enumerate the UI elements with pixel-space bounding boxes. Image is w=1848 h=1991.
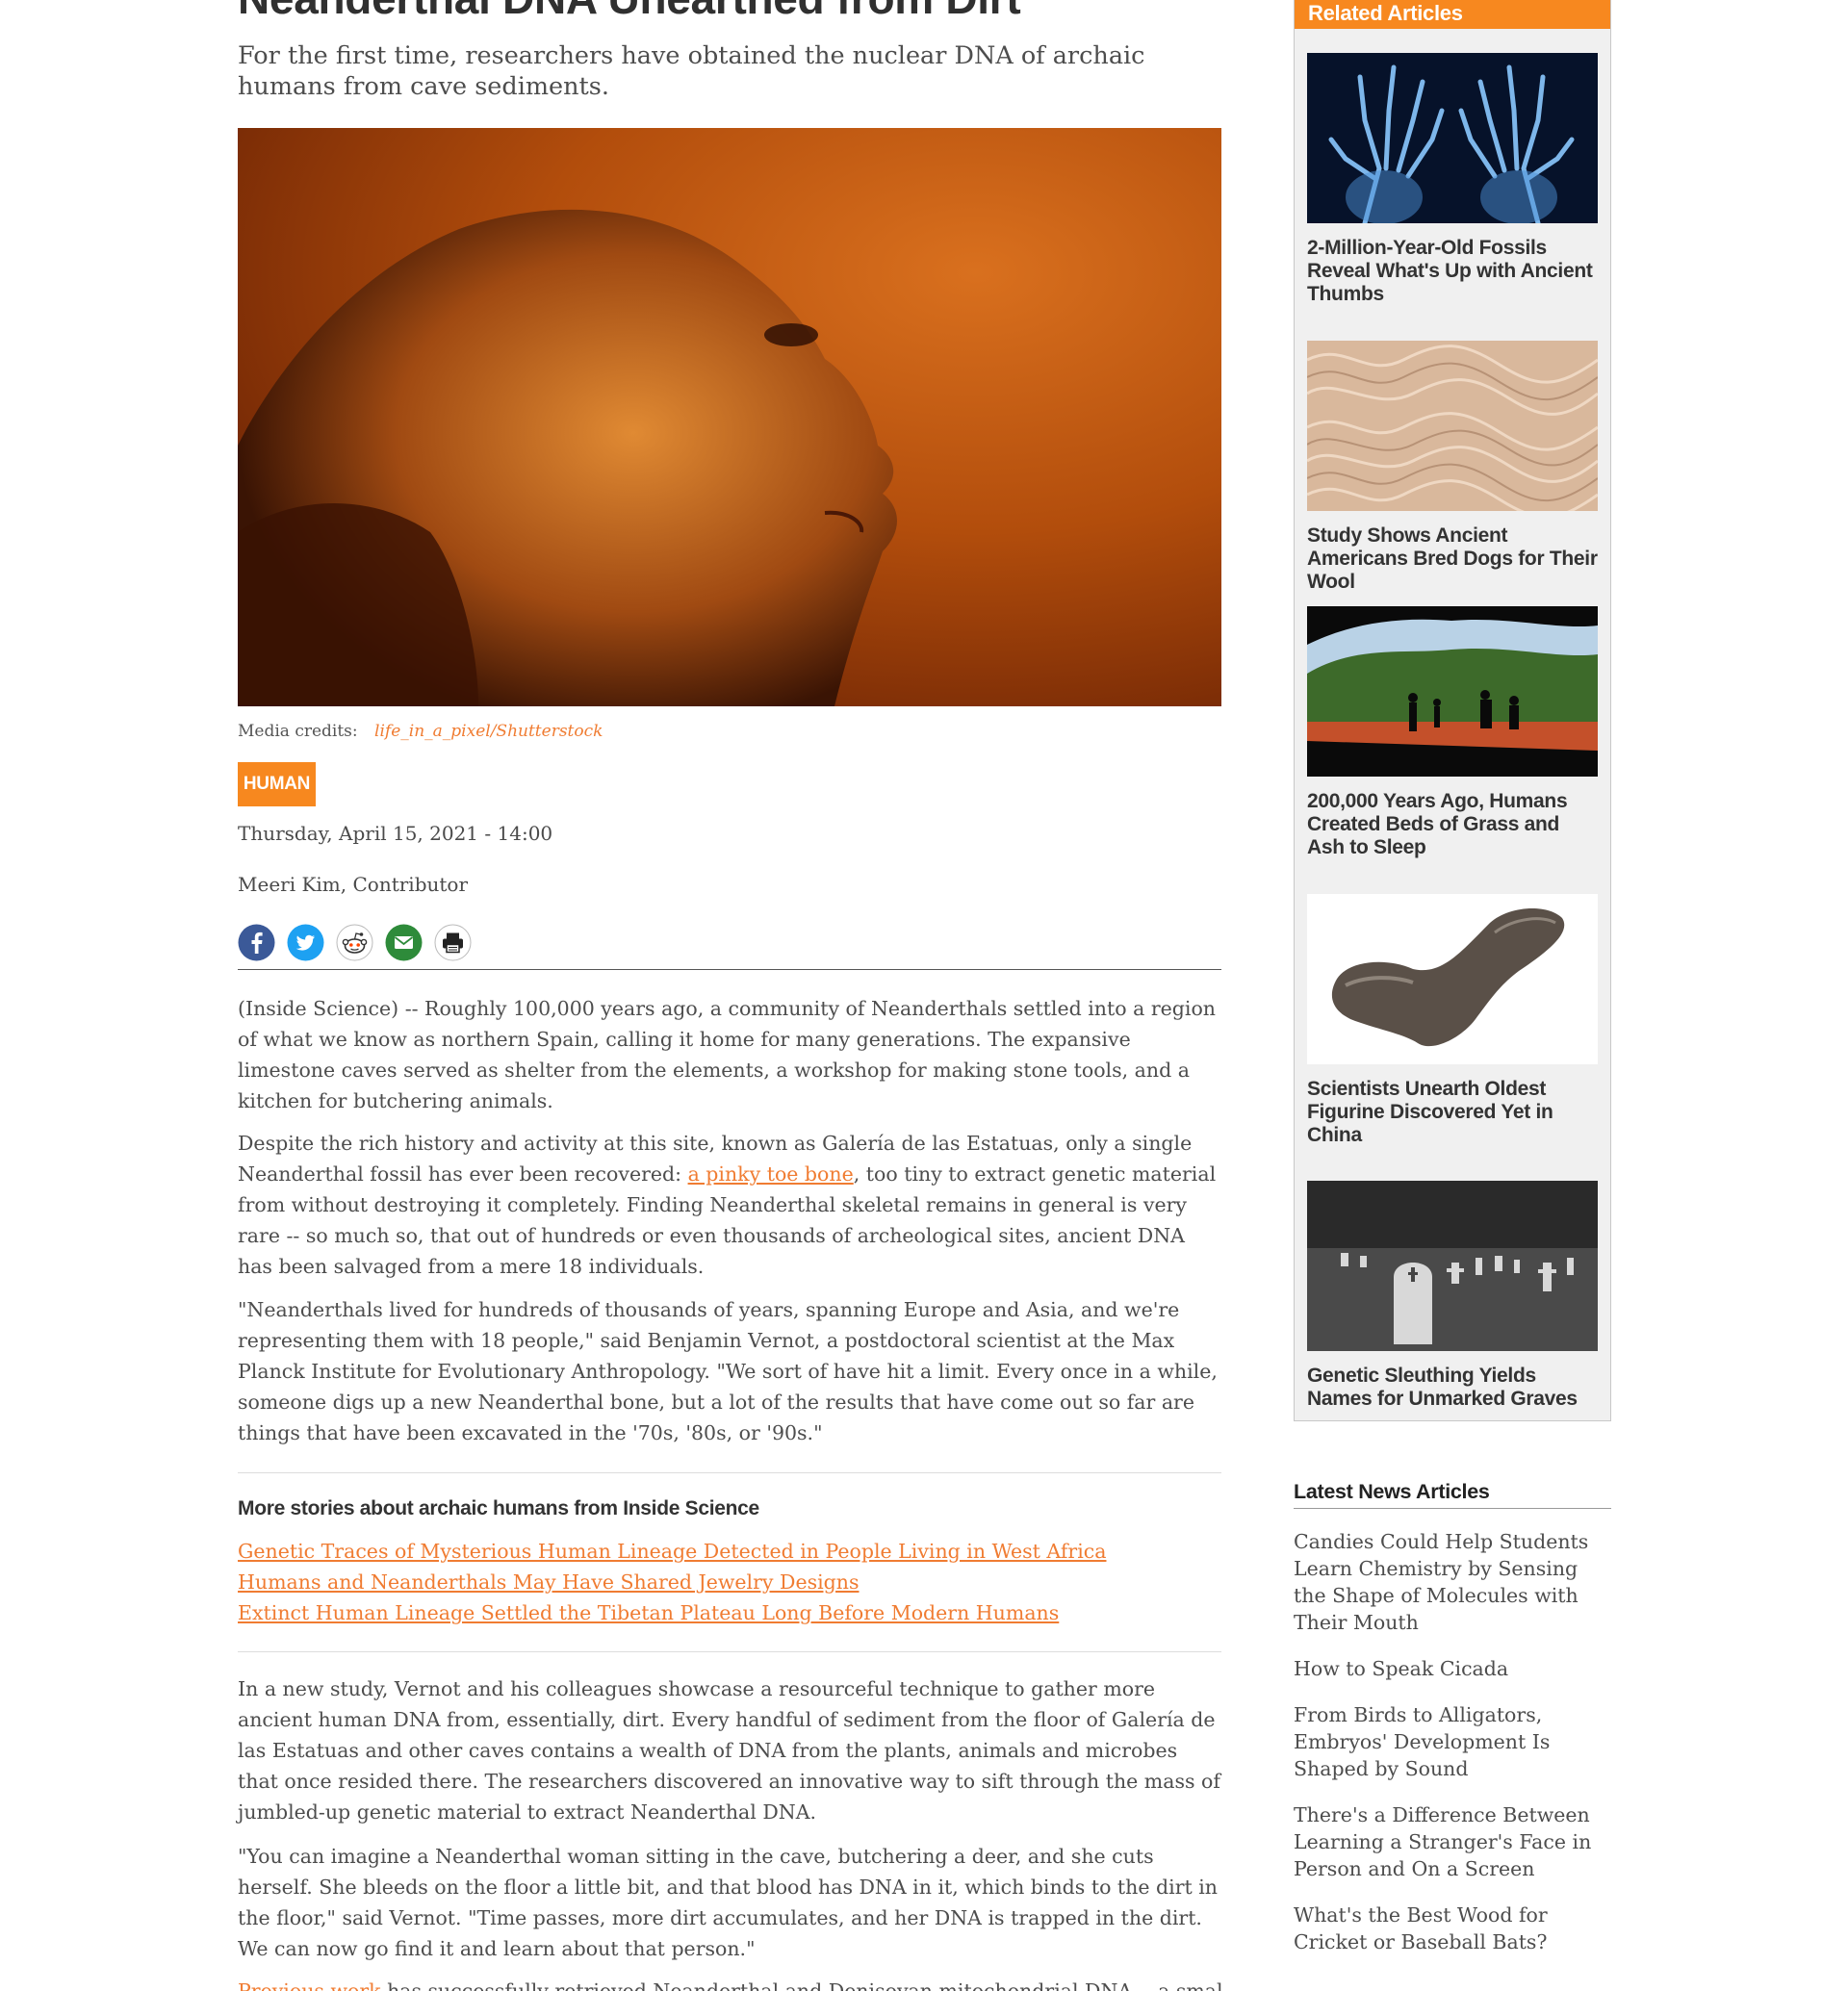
paragraph-5: "You can imagine a Neanderthal woman sit…: [238, 1845, 1219, 1960]
media-credits-label: Media credits:: [238, 722, 358, 741]
latest-news-link[interactable]: How to Speak Cicada: [1294, 1655, 1611, 1682]
twitter-icon[interactable]: [287, 924, 324, 961]
cave-silhouettes-thumbnail[interactable]: [1307, 606, 1598, 777]
print-icon[interactable]: [434, 924, 472, 961]
share-bar: [238, 924, 472, 961]
related-article[interactable]: 200,000 Years Ago, Humans Created Beds o…: [1307, 606, 1598, 859]
latest-news-list: Candies Could Help Students Learn Chemis…: [1294, 1528, 1611, 1975]
facebook-icon[interactable]: [238, 924, 275, 961]
more-stories-links: Genetic Traces of Mysterious Human Linea…: [238, 1536, 1106, 1628]
email-icon[interactable]: [385, 924, 423, 961]
related-articles-box: Related Articles 2-Million-Year-Old Foss…: [1294, 0, 1611, 1421]
related-articles-title: Related Articles: [1295, 0, 1610, 29]
more-stories-title: More stories about archaic humans from I…: [238, 1497, 759, 1519]
related-article-title[interactable]: 2-Million-Year-Old Fossils Reveal What's…: [1307, 237, 1598, 306]
latest-news-title: Latest News Articles: [1294, 1480, 1611, 1509]
author-byline: Meeri Kim, Contributor: [238, 873, 469, 896]
related-article[interactable]: Genetic Sleuthing Yields Names for Unmar…: [1307, 1181, 1598, 1411]
xray-hands-thumbnail[interactable]: [1307, 53, 1598, 223]
cemetery-thumbnail[interactable]: [1307, 1181, 1598, 1351]
paragraph-6-text: has successfully retrieved Neanderthal a…: [380, 1979, 1221, 1991]
previous-work-link[interactable]: Previous work: [238, 1979, 381, 1991]
latest-news-link[interactable]: Candies Could Help Students Learn Chemis…: [1294, 1528, 1611, 1636]
publish-date: Thursday, April 15, 2021 - 14:00: [238, 822, 553, 845]
related-article[interactable]: Study Shows Ancient Americans Bred Dogs …: [1307, 341, 1598, 594]
paragraph-2: Despite the rich history and activity at…: [238, 1128, 1221, 1282]
more-story-link[interactable]: Extinct Human Lineage Settled the Tibeta…: [238, 1597, 1106, 1628]
pinky-toe-link[interactable]: a pinky toe bone: [688, 1162, 854, 1186]
related-article-title[interactable]: Study Shows Ancient Americans Bred Dogs …: [1307, 524, 1598, 594]
category-tag[interactable]: HUMAN: [238, 762, 316, 806]
paragraph-6: Previous work has successfully retrieved…: [238, 1976, 1221, 1991]
divider: [238, 969, 1221, 970]
more-story-link[interactable]: Humans and Neanderthals May Have Shared …: [238, 1567, 1106, 1597]
related-article[interactable]: Scientists Unearth Oldest Figurine Disco…: [1307, 894, 1598, 1147]
media-credits-link[interactable]: life_in_a_pixel/Shutterstock: [374, 722, 603, 741]
related-article-title[interactable]: 200,000 Years Ago, Humans Created Beds o…: [1307, 790, 1598, 859]
more-story-link[interactable]: Genetic Traces of Mysterious Human Linea…: [238, 1536, 1106, 1567]
article-subtitle: For the first time, researchers have obt…: [238, 41, 1145, 101]
bone-figurine-thumbnail[interactable]: [1307, 894, 1598, 1064]
more-stories-box: More stories about archaic humans from I…: [238, 1472, 1221, 1652]
hero-image: [238, 128, 1221, 706]
latest-news-link[interactable]: What's the Best Wood for Cricket or Base…: [1294, 1902, 1611, 1955]
paragraph-1: (Inside Science) -- Roughly 100,000 year…: [238, 997, 1216, 1112]
paragraph-3: "Neanderthals lived for hundreds of thou…: [238, 1298, 1218, 1444]
related-article[interactable]: 2-Million-Year-Old Fossils Reveal What's…: [1307, 53, 1598, 306]
latest-news-link[interactable]: There's a Difference Between Learning a …: [1294, 1801, 1611, 1882]
reddit-icon[interactable]: [336, 924, 373, 961]
article-title: Neanderthal DNA Unearthed from Dirt: [238, 0, 1021, 25]
media-credits: Media credits: life_in_a_pixel/Shutterst…: [238, 722, 603, 741]
paragraph-4: In a new study, Vernot and his colleague…: [238, 1677, 1220, 1824]
related-article-title[interactable]: Scientists Unearth Oldest Figurine Disco…: [1307, 1078, 1598, 1147]
latest-news-link[interactable]: From Birds to Alligators, Embryos' Devel…: [1294, 1701, 1611, 1782]
related-article-title[interactable]: Genetic Sleuthing Yields Names for Unmar…: [1307, 1365, 1598, 1411]
wool-fibers-thumbnail[interactable]: [1307, 341, 1598, 511]
